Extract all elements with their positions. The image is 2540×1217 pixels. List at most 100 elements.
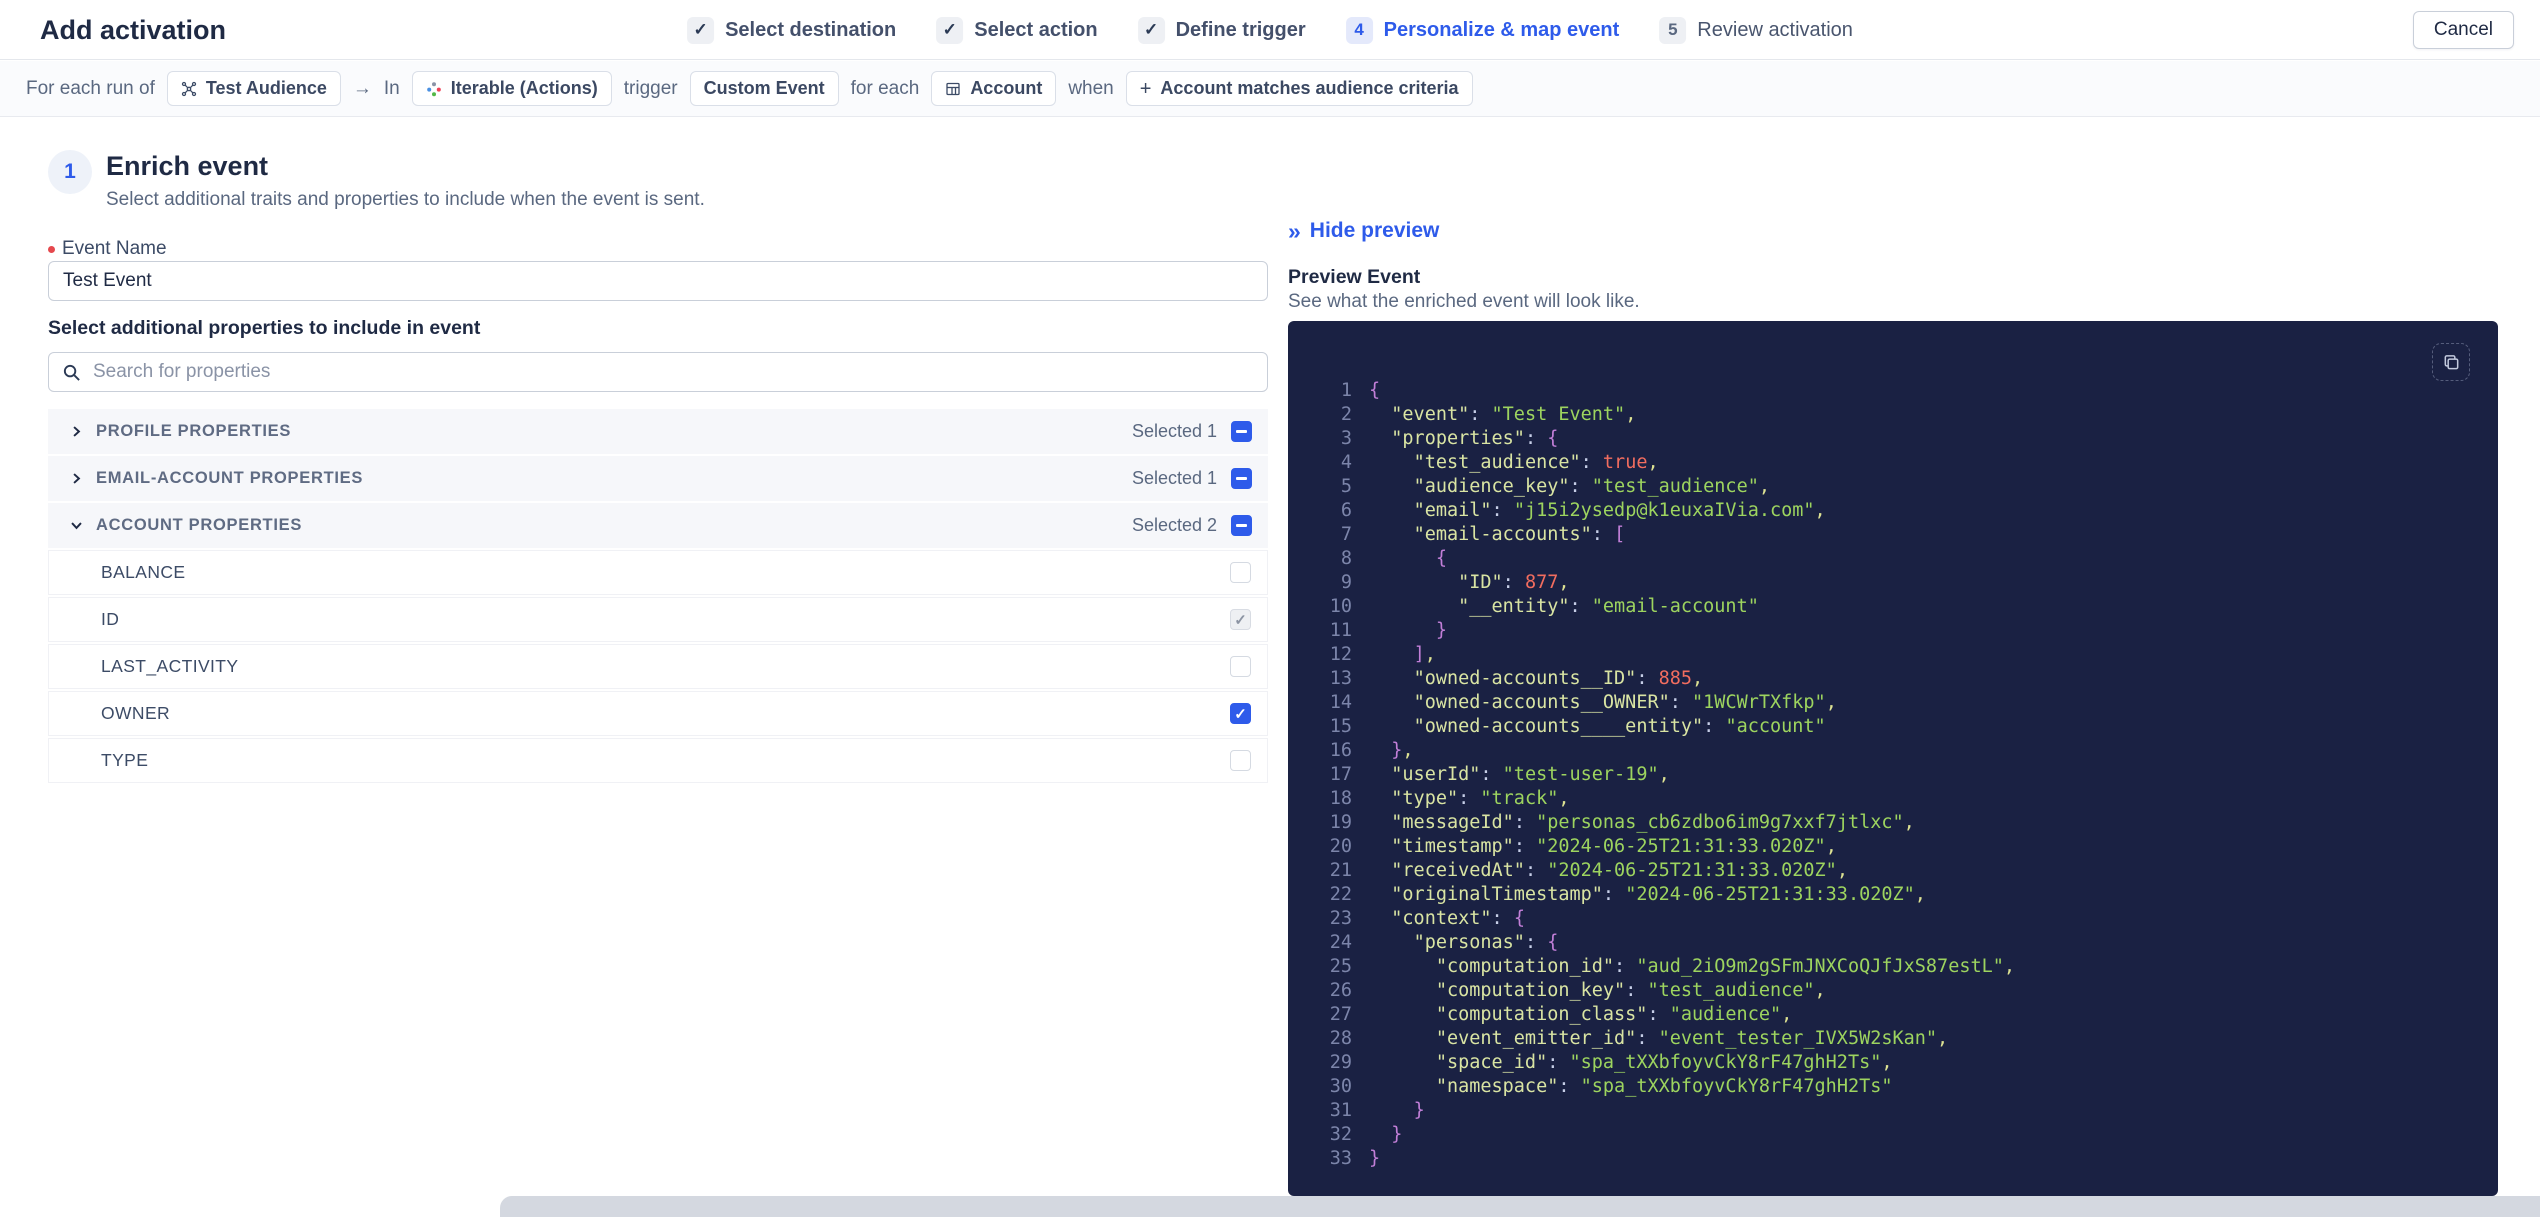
- code-line: 3 "properties": {: [1288, 427, 2498, 451]
- line-number: 18: [1329, 788, 1352, 809]
- code-line: 9 "ID": 877,: [1288, 571, 2498, 595]
- property-row-balance[interactable]: BALANCE: [48, 550, 1268, 595]
- chip-test-audience[interactable]: Test Audience: [166, 71, 341, 106]
- group-checkbox-indeterminate[interactable]: [1231, 421, 1252, 442]
- hide-preview-link[interactable]: » Hide preview: [1288, 219, 1439, 243]
- code-line: 16 },: [1288, 739, 2498, 763]
- page-title: Add activation: [40, 15, 227, 45]
- line-number: 14: [1329, 692, 1352, 713]
- group-checkbox-indeterminate[interactable]: [1231, 515, 1252, 536]
- step-label: Define trigger: [1175, 18, 1306, 41]
- chip-account[interactable]: Account: [931, 71, 1057, 106]
- search-input[interactable]: [93, 353, 1267, 391]
- line-number: 11: [1329, 620, 1352, 641]
- code-content: "receivedAt": "2024-06-25T21:31:33.020Z"…: [1391, 860, 1848, 881]
- code-line: 11 }: [1288, 619, 2498, 643]
- code-content: "computation_key": "test_audience",: [1435, 980, 1826, 1001]
- property-row-type[interactable]: TYPE: [48, 738, 1268, 783]
- code-content: {: [1435, 548, 1447, 569]
- code-content: "owned-accounts__ID": 885,: [1413, 668, 1704, 689]
- group-checkbox-indeterminate[interactable]: [1231, 468, 1252, 489]
- line-number: 27: [1329, 1004, 1352, 1025]
- code-line: 19 "messageId": "personas_cb6zdbo6im9g7x…: [1288, 811, 2498, 835]
- section-step-number: 1: [48, 150, 92, 194]
- property-checkbox[interactable]: [1230, 703, 1251, 724]
- code-line: 5 "audience_key": "test_audience",: [1288, 475, 2498, 499]
- line-number: 2: [1340, 404, 1352, 425]
- code-content: "namespace": "spa_tXXbfoyvCkY8rF47ghH2Ts…: [1435, 1076, 1893, 1097]
- code-content: "type": "track",: [1391, 788, 1570, 809]
- step-define-trigger[interactable]: ✓ Define trigger: [1137, 16, 1306, 44]
- group-header-email-account-properties[interactable]: EMAIL-ACCOUNT PROPERTIES Selected 1: [48, 456, 1268, 501]
- arrow-right-icon: →: [352, 77, 372, 99]
- chip-label: Account: [970, 78, 1043, 98]
- chip-custom-event[interactable]: Custom Event: [689, 71, 839, 106]
- step-review-activation[interactable]: 5 Review activation: [1659, 16, 1853, 44]
- chip-label: Account matches audience criteria: [1160, 78, 1459, 98]
- property-checkbox[interactable]: [1230, 750, 1251, 771]
- code-content: "originalTimestamp": "2024-06-25T21:31:3…: [1391, 884, 1926, 905]
- property-checkbox[interactable]: [1230, 562, 1251, 583]
- line-number: 1: [1340, 380, 1352, 401]
- property-label: ID: [101, 609, 120, 629]
- group-header-account-properties[interactable]: ACCOUNT PROPERTIES Selected 2: [48, 503, 1268, 548]
- code-content: "email": "j15i2ysedp@k1euxaIVia.com",: [1413, 500, 1826, 521]
- property-row-owner[interactable]: OWNER: [48, 691, 1268, 736]
- step-label: Select destination: [725, 18, 897, 41]
- line-number: 28: [1329, 1028, 1352, 1049]
- group-label: EMAIL-ACCOUNT PROPERTIES: [96, 469, 364, 487]
- step-label: Select action: [974, 18, 1098, 41]
- chip-label: Custom Event: [703, 78, 825, 98]
- step-number-badge: 5: [1659, 16, 1687, 44]
- line-number: 6: [1340, 500, 1352, 521]
- code-content: "owned-accounts__OWNER": "1WCWrTXfkp",: [1413, 692, 1837, 713]
- property-label: OWNER: [101, 703, 171, 723]
- code-content: }: [1435, 620, 1447, 641]
- event-preview-code-panel[interactable]: 1{2 "event": "Test Event", 3 "properties"…: [1288, 321, 2498, 1196]
- group-label: ACCOUNT PROPERTIES: [96, 516, 303, 534]
- event-name-label-text: Event Name: [62, 238, 167, 259]
- code-content: "computation_id": "aud_2iO9m2gSFmJNXCoQJ…: [1435, 956, 2016, 977]
- copy-button[interactable]: [2432, 343, 2470, 381]
- chip-account-matches-audience-criteria[interactable]: + Account matches audience criteria: [1125, 71, 1473, 106]
- code-line: 30 "namespace": "spa_tXXbfoyvCkY8rF47ghH…: [1288, 1075, 2498, 1099]
- section-title: Enrich event: [106, 151, 269, 181]
- code-line: 17 "userId": "test-user-19",: [1288, 763, 2498, 787]
- cancel-button[interactable]: Cancel: [2412, 11, 2514, 49]
- code-line: 20 "timestamp": "2024-06-25T21:31:33.020…: [1288, 835, 2498, 859]
- search-icon: [49, 363, 93, 382]
- code-line: 15 "owned-accounts____entity": "account": [1288, 715, 2498, 739]
- preview-title: Preview Event: [1288, 266, 1421, 288]
- code-line: 29 "space_id": "spa_tXXbfoyvCkY8rF47ghH2…: [1288, 1051, 2498, 1075]
- code-line: 7 "email-accounts": [: [1288, 523, 2498, 547]
- code-line: 23 "context": {: [1288, 907, 2498, 931]
- line-number: 3: [1340, 428, 1352, 449]
- line-number: 16: [1329, 740, 1352, 761]
- property-row-id[interactable]: ID: [48, 597, 1268, 642]
- code-line: 18 "type": "track",: [1288, 787, 2498, 811]
- step-number-badge: 4: [1345, 16, 1373, 44]
- chip-iterable-actions[interactable]: Iterable (Actions): [411, 71, 612, 106]
- property-checkbox[interactable]: [1230, 656, 1251, 677]
- line-number: 30: [1329, 1076, 1352, 1097]
- line-number: 13: [1329, 668, 1352, 689]
- line-number: 29: [1329, 1052, 1352, 1073]
- line-number: 15: [1329, 716, 1352, 737]
- step-select-destination[interactable]: ✓ Select destination: [687, 16, 897, 44]
- ribbon-text: In: [383, 77, 400, 99]
- code-line: 25 "computation_id": "aud_2iO9m2gSFmJNXC…: [1288, 955, 2498, 979]
- selected-count: Selected 1: [1131, 421, 1217, 441]
- code-content: "properties": {: [1391, 428, 1559, 449]
- step-check-icon: ✓: [936, 16, 964, 44]
- step-select-action[interactable]: ✓ Select action: [936, 16, 1098, 44]
- selected-count: Selected 1: [1131, 468, 1217, 488]
- line-number: 22: [1329, 884, 1352, 905]
- code-content: "__entity": "email-account": [1458, 596, 1759, 617]
- group-header-profile-properties[interactable]: PROFILE PROPERTIES Selected 1: [48, 409, 1268, 454]
- chevron-right-icon: [70, 472, 96, 485]
- event-name-input[interactable]: [48, 261, 1268, 301]
- background-page-edge: [500, 1196, 2540, 1217]
- code-line: 1{: [1288, 379, 2498, 403]
- step-personalize-map-event[interactable]: 4 Personalize & map event: [1345, 16, 1619, 44]
- property-row-last-activity[interactable]: LAST_ACTIVITY: [48, 644, 1268, 689]
